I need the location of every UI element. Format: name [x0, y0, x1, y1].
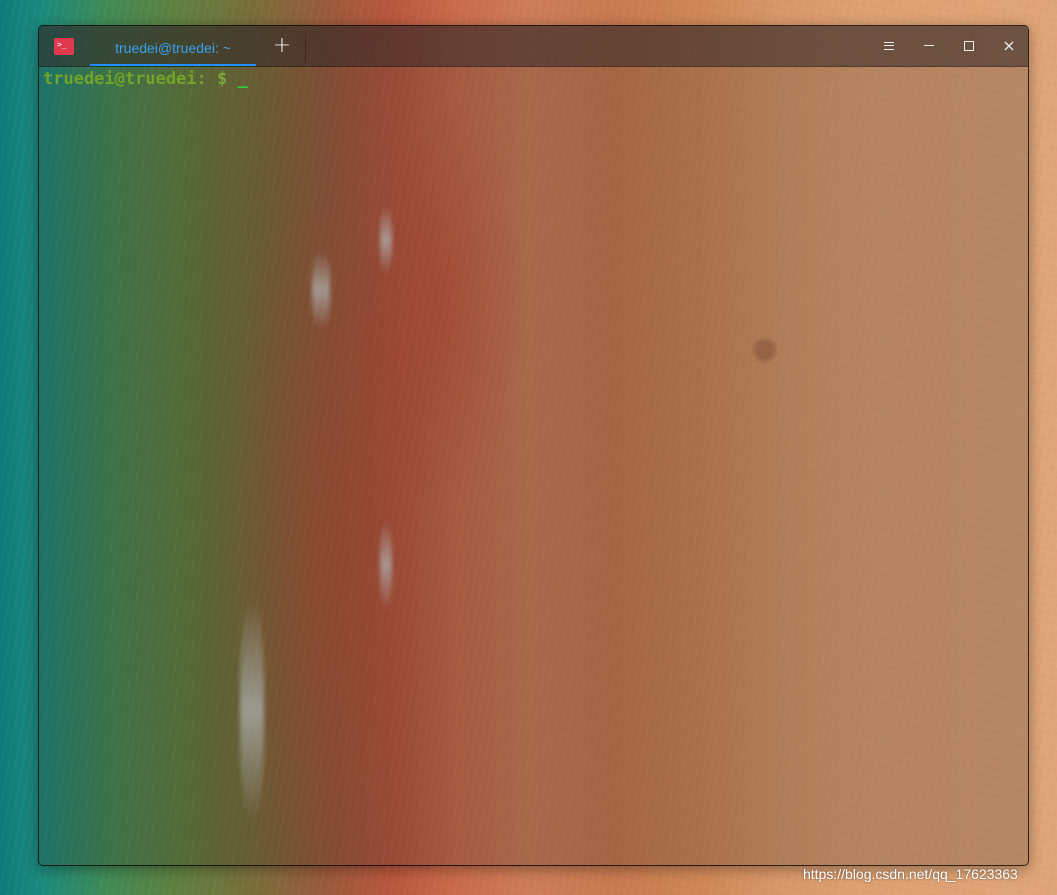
prompt-user-host: truedei@truedei — [43, 69, 197, 89]
maximize-button[interactable] — [958, 35, 980, 57]
prompt-colon: : — [196, 69, 207, 89]
tab-label: truedei@truedei: ~ — [115, 40, 231, 56]
tab-separator — [305, 34, 306, 62]
close-icon: × — [1002, 36, 1016, 55]
terminal-output-area[interactable]: truedei@truedei: $ _ — [39, 67, 1028, 865]
close-button[interactable]: × — [998, 35, 1020, 57]
text-cursor: _ — [237, 69, 248, 89]
prompt-dollar: $ — [217, 69, 238, 89]
hamburger-menu-icon — [884, 42, 894, 50]
active-tab-indicator — [90, 64, 256, 66]
titlebar[interactable]: >_ truedei@truedei: ~ + × — [39, 26, 1028, 67]
prompt-line: truedei@truedei: $ _ — [43, 69, 248, 89]
terminal-icon: >_ — [54, 38, 74, 55]
prompt-path — [207, 69, 217, 89]
tab-terminal[interactable]: truedei@truedei: ~ — [90, 30, 256, 66]
plus-icon: + — [272, 33, 292, 58]
terminal-window: >_ truedei@truedei: ~ + × truedei@truede… — [38, 25, 1029, 866]
minimize-icon — [924, 45, 934, 46]
maximize-icon — [964, 40, 974, 51]
watermark-url: https://blog.csdn.net/qq_17623363 — [803, 866, 1018, 882]
minimize-button[interactable] — [918, 35, 940, 57]
menu-button[interactable] — [878, 35, 900, 57]
new-tab-button[interactable]: + — [270, 34, 294, 58]
